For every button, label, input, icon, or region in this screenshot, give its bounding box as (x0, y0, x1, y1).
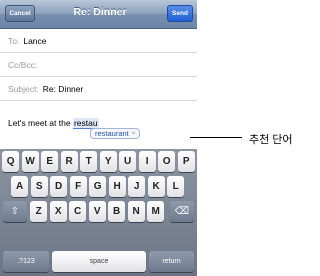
key-q[interactable]: Q (2, 151, 20, 172)
keyboard: QWERTYUIOP ASDFGHJKL ZXCVBNM ⇧ ⌫ .?123 s… (0, 149, 197, 276)
to-value: Lance (23, 35, 47, 46)
shift-key[interactable]: ⇧ (3, 201, 27, 222)
navigation-bar: Cancel Re: Dinner Send (0, 0, 197, 29)
dismiss-suggestion-icon[interactable]: × (132, 131, 136, 137)
suggested-word: restaurant (95, 129, 129, 138)
key-w[interactable]: W (21, 151, 39, 172)
key-b[interactable]: B (108, 201, 126, 222)
key-k[interactable]: K (147, 176, 165, 197)
delete-key[interactable]: ⌫ (170, 201, 194, 222)
key-o[interactable]: O (158, 151, 176, 172)
to-field[interactable]: To: Lance (0, 29, 197, 53)
subject-field[interactable]: Subject: Re: Dinner (0, 77, 197, 101)
callout-label: 추천 단어 (249, 134, 293, 146)
key-d[interactable]: D (50, 176, 68, 197)
body-prefix-text: Let's meet at the (8, 118, 73, 128)
key-i[interactable]: I (138, 151, 156, 172)
phone-screen: Cancel Re: Dinner Send To: Lance Cc/Bcc:… (0, 0, 197, 276)
key-z[interactable]: Z (30, 201, 48, 222)
subject-value: Re: Dinner (42, 83, 84, 94)
key-a[interactable]: A (11, 176, 29, 197)
key-n[interactable]: N (127, 201, 145, 222)
page-title: Re: Dinner (73, 6, 127, 18)
key-f[interactable]: F (69, 176, 87, 197)
key-g[interactable]: G (89, 176, 107, 197)
key-t[interactable]: T (80, 151, 98, 172)
cc-bcc-field[interactable]: Cc/Bcc: (0, 53, 197, 77)
suggestion-bubble[interactable]: restaurant × (90, 128, 141, 139)
space-key[interactable]: space (52, 251, 146, 272)
key-h[interactable]: H (108, 176, 126, 197)
numbers-key[interactable]: .?123 (3, 251, 49, 272)
key-r[interactable]: R (60, 151, 78, 172)
key-j[interactable]: J (128, 176, 146, 197)
key-l[interactable]: L (167, 176, 185, 197)
to-label: To: (8, 35, 20, 46)
cancel-button[interactable]: Cancel (5, 5, 35, 22)
key-v[interactable]: V (88, 201, 106, 222)
key-c[interactable]: C (69, 201, 87, 222)
message-body[interactable]: Let's meet at the restau (8, 118, 99, 129)
key-s[interactable]: S (30, 176, 48, 197)
key-x[interactable]: X (49, 201, 67, 222)
key-u[interactable]: U (119, 151, 137, 172)
callout-line (190, 137, 242, 138)
send-button[interactable]: Send (167, 5, 193, 22)
cc-bcc-label: Cc/Bcc: (8, 59, 38, 70)
key-y[interactable]: Y (99, 151, 117, 172)
key-p[interactable]: P (177, 151, 195, 172)
key-m[interactable]: M (147, 201, 165, 222)
key-e[interactable]: E (41, 151, 59, 172)
return-key[interactable]: return (149, 251, 194, 272)
subject-label: Subject: (8, 83, 39, 94)
